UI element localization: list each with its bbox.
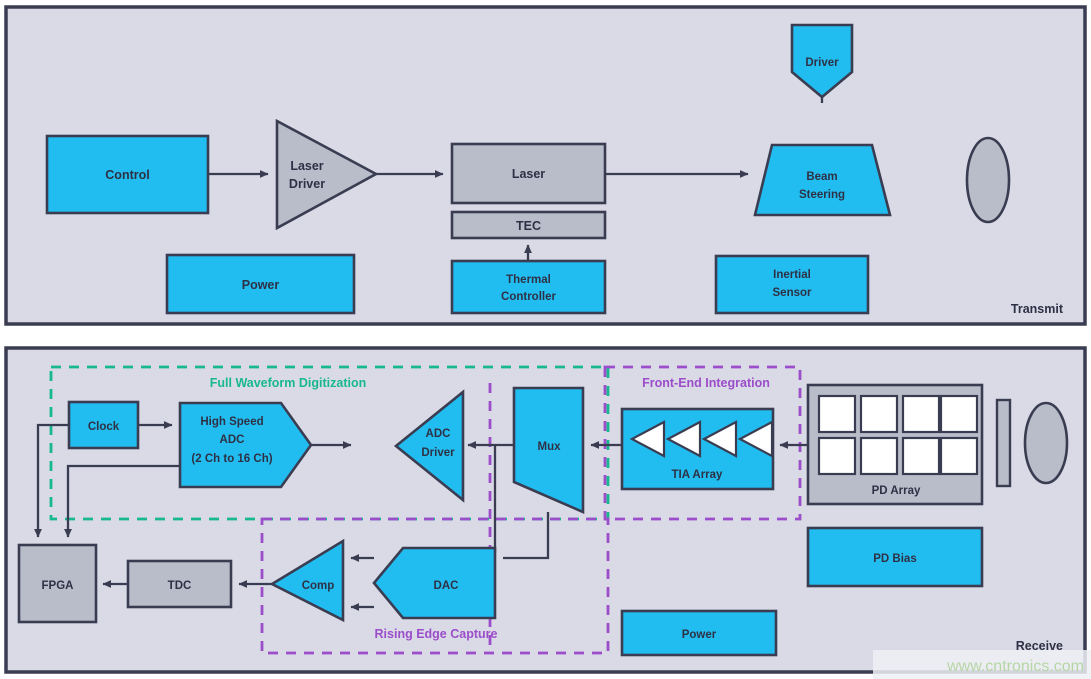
- block-adc-label-1: High Speed: [200, 416, 263, 428]
- block-adc-driver-label-1: ADC: [426, 428, 451, 440]
- block-adc-driver-label-2: Driver: [421, 447, 455, 459]
- tx-lens-icon: [965, 136, 1011, 224]
- block-inertial-sensor[interactable]: Inertial Sensor: [714, 254, 870, 315]
- block-inertial-sensor-label-1: Inertial: [773, 269, 811, 281]
- block-clock-label: Clock: [88, 421, 120, 433]
- block-laser-driver-label-2: Driver: [289, 177, 325, 191]
- block-pd-array-label: PD Array: [872, 485, 921, 497]
- block-tec-label: TEC: [516, 219, 541, 233]
- rx-lens-icon: [1023, 401, 1069, 485]
- block-clock[interactable]: Clock: [67, 400, 140, 450]
- block-adc-label-2: ADC: [220, 434, 245, 446]
- block-power-transmit[interactable]: Power: [165, 253, 356, 315]
- block-adc-label-3: (2 Ch to 16 Ch): [191, 453, 272, 465]
- block-fpga[interactable]: FPGA: [17, 543, 98, 624]
- block-mux-label: Mux: [538, 441, 562, 453]
- diagram-canvas: Control Laser Driver Laser TEC Thermal C…: [0, 0, 1091, 679]
- watermark-text: www.cntronics.com: [946, 658, 1084, 675]
- receive-panel: Full Waveform Digitization Front-End Int…: [4, 346, 1087, 674]
- group-full-waveform-label: Full Waveform Digitization: [210, 376, 366, 390]
- block-power-receive-label: Power: [682, 629, 717, 641]
- group-front-end-label: Front-End Integration: [642, 376, 770, 390]
- block-thermal-controller-label-1: Thermal: [506, 274, 551, 286]
- block-beam-steering-label-1: Beam: [806, 171, 837, 183]
- block-fpga-label: FPGA: [42, 580, 74, 592]
- transmit-panel-label: Transmit: [1011, 302, 1064, 316]
- block-beam-steering-label-2: Steering: [799, 189, 845, 201]
- group-rising-edge-label: Rising Edge Capture: [375, 627, 498, 641]
- block-inertial-sensor-label-2: Sensor: [773, 287, 813, 299]
- block-pd-bias[interactable]: PD Bias: [806, 526, 984, 588]
- block-beam-steering[interactable]: Beam Steering: [753, 143, 892, 217]
- block-thermal-controller[interactable]: Thermal Controller: [450, 259, 607, 315]
- block-control-label: Control: [105, 168, 149, 182]
- block-driver-label: Driver: [805, 57, 839, 69]
- block-pd-bias-label: PD Bias: [873, 553, 916, 565]
- block-thermal-controller-label-2: Controller: [501, 291, 556, 303]
- block-dac-label: DAC: [434, 580, 459, 592]
- block-tdc-label: TDC: [168, 580, 192, 592]
- block-high-speed-adc[interactable]: High Speed ADC (2 Ch to 16 Ch): [178, 401, 313, 489]
- watermark: www.cntronics.com: [873, 650, 1091, 679]
- block-power-transmit-label: Power: [242, 278, 280, 292]
- block-tdc[interactable]: TDC: [126, 559, 233, 609]
- block-control[interactable]: Control: [45, 134, 210, 215]
- block-power-receive[interactable]: Power: [620, 609, 778, 657]
- rx-filter-icon: [995, 398, 1012, 488]
- block-laser-driver-label-1: Laser: [290, 159, 323, 173]
- block-tia-array[interactable]: TIA Array: [620, 407, 775, 491]
- transmit-panel: Control Laser Driver Laser TEC Thermal C…: [4, 5, 1087, 326]
- block-tia-array-label: TIA Array: [672, 469, 724, 481]
- block-comp-label: Comp: [302, 580, 335, 592]
- block-laser[interactable]: Laser: [450, 142, 607, 205]
- block-laser-label: Laser: [512, 167, 545, 181]
- block-pd-array[interactable]: PD Array: [806, 383, 984, 506]
- block-tec[interactable]: TEC: [450, 210, 607, 240]
